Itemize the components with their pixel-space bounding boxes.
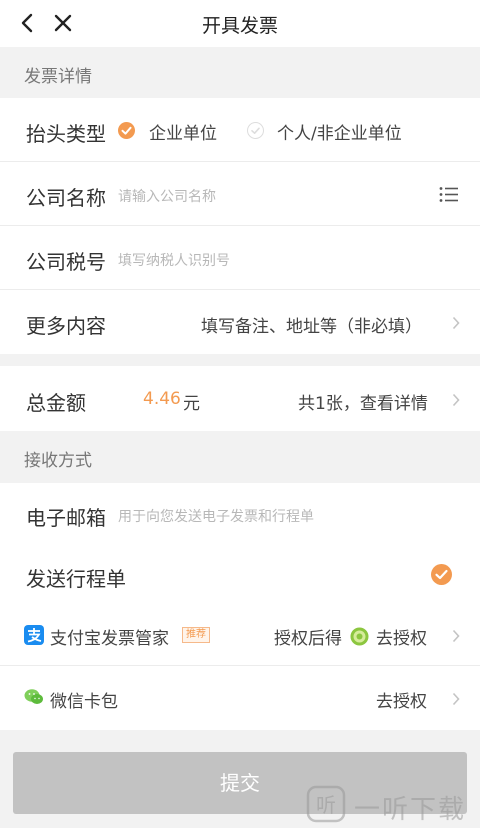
total-amount-value: 4.46 bbox=[143, 389, 181, 409]
option-company[interactable]: 企业单位 bbox=[149, 119, 217, 144]
header-type-row: 抬头类型 企业单位 个人/非企业单位 bbox=[0, 98, 480, 162]
more-content-hint: 填写备注、地址等（非必填） bbox=[201, 317, 422, 337]
alipay-label: 支付宝发票管家 bbox=[50, 629, 169, 649]
watermark: 听 一听下载 bbox=[306, 783, 466, 825]
email-row: 电子邮箱 用于向您发送电子发票和行程单 bbox=[0, 483, 480, 547]
chevron-right-icon bbox=[452, 692, 460, 706]
watermark-text: 一听下载 bbox=[354, 795, 467, 825]
alipay-authorize-button[interactable]: 去授权 bbox=[376, 624, 427, 649]
send-itinerary-checkbox-icon[interactable] bbox=[431, 564, 452, 585]
tax-number-input[interactable]: 填写纳税人识别号 bbox=[118, 250, 230, 270]
recommend-badge: 推荐 bbox=[182, 627, 210, 643]
tax-number-label: 公司税号 bbox=[26, 250, 106, 274]
section-header-receive: 接收方式 bbox=[0, 431, 480, 483]
wechat-authorize-button[interactable]: 去授权 bbox=[376, 687, 427, 712]
alipay-row[interactable]: 支付宝发票管家 推荐 授权后得 去授权 bbox=[0, 605, 480, 666]
view-details-link[interactable]: 共1张，查看详情 bbox=[298, 389, 428, 414]
wechat-icon bbox=[24, 689, 43, 704]
option-personal[interactable]: 个人/非企业单位 bbox=[277, 119, 402, 144]
tax-number-row: 公司税号 填写纳税人识别号 bbox=[0, 226, 480, 290]
more-content-label: 更多内容 bbox=[26, 314, 106, 338]
wechat-label: 微信卡包 bbox=[50, 692, 118, 712]
radio-company-checked-icon[interactable] bbox=[118, 122, 135, 139]
watermark-logo-icon: 听 bbox=[306, 785, 346, 823]
radio-personal-icon[interactable] bbox=[247, 122, 264, 139]
total-amount-row[interactable]: 总金额 4.46 元 共1张，查看详情 bbox=[0, 366, 480, 431]
send-itinerary-row[interactable]: 发送行程单 bbox=[0, 547, 480, 605]
chevron-right-icon bbox=[452, 393, 460, 407]
more-content-row[interactable]: 更多内容 填写备注、地址等（非必填） bbox=[0, 290, 480, 354]
chevron-right-icon bbox=[452, 629, 460, 643]
header-type-label: 抬头类型 bbox=[26, 122, 106, 146]
email-label: 电子邮箱 bbox=[26, 506, 106, 530]
list-icon[interactable] bbox=[439, 186, 459, 203]
email-input[interactable]: 用于向您发送电子发票和行程单 bbox=[118, 506, 314, 526]
section-title: 接收方式 bbox=[24, 451, 92, 471]
chevron-right-icon bbox=[452, 316, 460, 330]
alipay-hint: 授权后得 bbox=[274, 629, 342, 649]
section-header-invoice: 发票详情 bbox=[0, 47, 480, 98]
reward-badge-icon bbox=[350, 627, 369, 646]
company-name-input[interactable]: 请输入公司名称 bbox=[118, 186, 216, 206]
company-name-row: 公司名称 请输入公司名称 bbox=[0, 162, 480, 226]
send-itinerary-label: 发送行程单 bbox=[26, 567, 126, 591]
alipay-icon bbox=[24, 625, 44, 645]
page-title: 开具发票 bbox=[201, 15, 278, 37]
total-amount-label: 总金额 bbox=[26, 391, 86, 415]
nav-bar: 开具发票 bbox=[0, 0, 480, 47]
svg-text:听: 听 bbox=[316, 793, 336, 817]
section-title: 发票详情 bbox=[24, 67, 92, 87]
company-name-label: 公司名称 bbox=[26, 186, 106, 210]
total-amount-unit: 元 bbox=[183, 394, 200, 414]
wechat-row[interactable]: 微信卡包 去授权 bbox=[0, 666, 480, 730]
